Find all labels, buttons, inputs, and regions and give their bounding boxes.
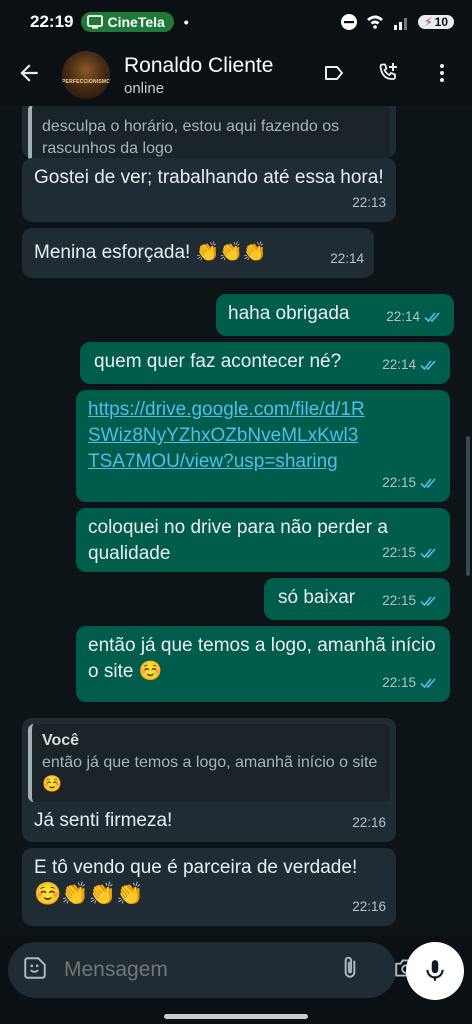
time-text: 22:15 — [382, 545, 416, 560]
message-incoming[interactable]: desculpa o horário, estou aqui fazendo o… — [22, 106, 396, 162]
sticker-icon — [24, 956, 46, 979]
system-nav-bar — [0, 1012, 472, 1024]
back-arrow-icon — [20, 63, 38, 82]
time-text: 22:14 — [330, 251, 364, 266]
double-check-icon — [420, 478, 436, 489]
message-outgoing[interactable]: quem quer faz acontecer né? 22:14 — [80, 342, 450, 384]
contact-name: Ronaldo Cliente — [124, 53, 274, 77]
add-call-icon — [379, 62, 397, 80]
message-input[interactable] — [62, 957, 337, 983]
double-check-icon — [424, 312, 440, 323]
scroll-thumb[interactable] — [466, 436, 470, 576]
message-outgoing[interactable]: coloquei no drive para não perder a qual… — [76, 508, 450, 572]
message-incoming[interactable]: Gostei de ver; trabalhando até essa hora… — [22, 158, 396, 222]
message-text: só baixar — [278, 587, 356, 608]
quoted-message[interactable]: Você então já que temos a logo, amanhã i… — [28, 724, 390, 802]
composer — [0, 936, 472, 1012]
message-status: 22:14 — [382, 352, 440, 378]
quote-text: então já que temos a logo, amanhã início… — [42, 754, 378, 793]
message-status: 22:15 — [382, 670, 440, 696]
back-button[interactable] — [16, 60, 42, 91]
message-input-box[interactable] — [8, 942, 417, 998]
signal-icon — [394, 18, 408, 30]
contact-status: online — [124, 79, 165, 97]
chat-header: PERFECCIONISMO Ronaldo Cliente online — [0, 44, 472, 106]
time-text: 22:16 — [352, 899, 386, 914]
message-outgoing[interactable]: https://drive.google.com/file/d/1RSWiz8N… — [76, 390, 450, 502]
status-bar: 22:19 CineTela • ⚡ 10 — [0, 0, 472, 44]
quote-text: desculpa o horário, estou aqui fazendo o… — [42, 118, 340, 157]
message-text: E tô vendo que é parceira de verdade! — [34, 857, 358, 878]
double-check-icon — [420, 678, 436, 689]
message-status: 22:15 — [382, 540, 440, 566]
message-text: Já senti firmeza! — [34, 810, 173, 831]
message-incoming[interactable]: E tô vendo que é parceira de verdade! ☺️… — [22, 848, 396, 926]
message-list[interactable]: desculpa o horário, estou aqui fazendo o… — [0, 106, 472, 936]
message-emoji: ☺️👏👏👏 — [34, 881, 144, 906]
message-text: quem quer faz acontecer né? — [94, 351, 342, 372]
avatar[interactable]: PERFECCIONISMO — [62, 51, 110, 99]
status-icons: ⚡ 10 — [340, 13, 454, 31]
dnd-icon — [341, 14, 358, 30]
battery-indicator: ⚡ 10 — [418, 15, 454, 29]
message-status: 22:15 — [382, 470, 440, 496]
message-status: 22:14 — [386, 304, 444, 330]
battery-level: 10 — [434, 15, 448, 29]
quote-author: Você — [42, 732, 80, 749]
message-outgoing[interactable]: então já que temos a logo, amanhã início… — [76, 626, 450, 702]
home-gesture-bar[interactable] — [164, 1014, 308, 1019]
message-outgoing[interactable]: haha obrigada 22:14 — [216, 294, 454, 336]
message-text: Gostei de ver; trabalhando até essa hora… — [34, 167, 384, 188]
double-check-icon — [420, 548, 436, 559]
cast-pill[interactable]: CineTela — [81, 12, 174, 32]
message-outgoing[interactable]: só baixar 22:15 — [264, 578, 450, 620]
time-text: 22:13 — [352, 195, 386, 210]
attach-button[interactable] — [337, 955, 363, 986]
cast-label: CineTela — [107, 14, 165, 30]
mic-icon — [426, 960, 444, 981]
label-button[interactable] — [322, 61, 346, 90]
voice-message-button[interactable] — [406, 942, 464, 1000]
message-time: 22:14 — [330, 246, 364, 272]
message-status: 22:15 — [382, 588, 440, 614]
time-text: 22:15 — [382, 593, 416, 608]
double-check-icon — [420, 360, 436, 371]
contact-info[interactable]: Ronaldo Cliente online — [124, 54, 273, 97]
more-options-button[interactable] — [430, 61, 454, 90]
message-time: 22:16 — [352, 894, 386, 920]
more-vert-icon — [440, 63, 444, 82]
message-incoming[interactable]: Você então já que temos a logo, amanhã i… — [22, 718, 396, 842]
drive-link[interactable]: https://drive.google.com/file/d/1RSWiz8N… — [88, 397, 368, 475]
time-text: 22:15 — [382, 675, 416, 690]
message-time: 22:16 — [352, 810, 386, 836]
attach-icon — [344, 956, 356, 978]
message-text: Menina esforçada! 👏👏👏 — [34, 242, 267, 263]
time-text: 22:15 — [382, 475, 416, 490]
time-text: 22:14 — [386, 309, 420, 324]
notification-dot: • — [183, 14, 189, 30]
sticker-button[interactable] — [22, 955, 48, 986]
message-incoming[interactable]: Menina esforçada! 👏👏👏 22:14 — [22, 228, 374, 278]
avatar-logo-text: PERFECCIONISMO — [62, 79, 110, 85]
double-check-icon — [420, 596, 436, 607]
header-actions — [322, 61, 462, 90]
charging-bolt-icon: ⚡ — [424, 15, 433, 29]
time-text: 22:16 — [352, 815, 386, 830]
cast-icon — [87, 15, 104, 29]
status-time: 22:19 — [30, 12, 74, 31]
message-time: 22:13 — [352, 190, 386, 216]
message-text: haha obrigada — [228, 303, 350, 324]
time-text: 22:14 — [382, 357, 416, 372]
label-icon — [325, 65, 343, 80]
quoted-message[interactable]: desculpa o horário, estou aqui fazendo o… — [28, 106, 390, 162]
wifi-icon — [367, 15, 384, 29]
message-text: coloquei no drive para não perder a qual… — [88, 517, 388, 564]
add-call-button[interactable] — [376, 61, 400, 90]
